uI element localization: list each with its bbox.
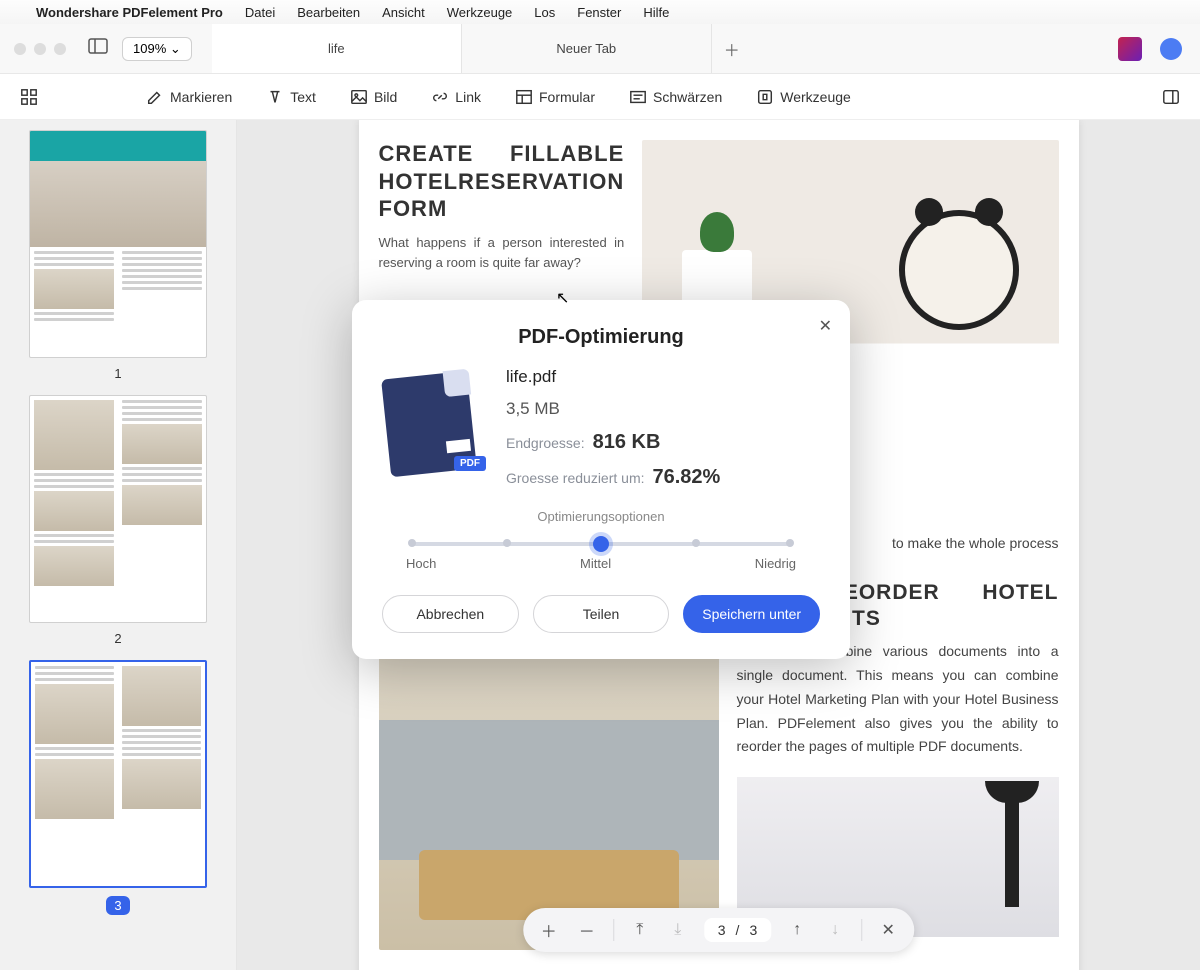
tab-new[interactable]: Neuer Tab (462, 24, 712, 73)
save-as-button[interactable]: Speichern unter (683, 595, 820, 633)
traffic-lights (0, 43, 80, 55)
page-current: 3 (718, 922, 726, 938)
page-nav-floatbar: ＋ － ⤒ ⤓ 3 / 3 ↑ ↓ ✕ (523, 908, 914, 952)
document-tabs: life Neuer Tab ＋ (212, 24, 1100, 73)
pdf-file-icon: PDF (382, 367, 482, 477)
reduced-value: 76.82% (653, 466, 721, 489)
endsize-label: Endgroesse: (506, 435, 585, 451)
menu-edit[interactable]: Bearbeiten (297, 5, 360, 20)
tool-text[interactable]: Text (266, 88, 316, 106)
app-name[interactable]: Wondershare PDFelement Pro (36, 5, 223, 20)
tool-markieren[interactable]: Markieren (146, 88, 232, 106)
close-window-button[interactable] (14, 43, 26, 55)
thumbnail-sidebar[interactable]: 1 2 3 (0, 120, 237, 970)
first-page-button[interactable]: ⤒ (628, 918, 652, 942)
sidebar-toggle-button[interactable] (88, 38, 108, 59)
home-button[interactable] (20, 88, 38, 106)
dialog-filename: life.pdf (506, 367, 820, 387)
menu-go[interactable]: Los (534, 5, 555, 20)
tool-redact-label: Schwärzen (653, 89, 722, 105)
zoom-select[interactable]: 109% ⌄ (122, 37, 192, 61)
toolbar: Markieren Text Bild Link Formular Schwär… (0, 74, 1200, 120)
page-thumb-2[interactable] (29, 395, 207, 623)
page-thumb-3-label: 3 (106, 896, 129, 915)
menu-window[interactable]: Fenster (577, 5, 621, 20)
menu-file[interactable]: Datei (245, 5, 275, 20)
page-total: 3 (749, 922, 757, 938)
page-thumb-3[interactable] (29, 660, 207, 888)
page-sep: / (736, 922, 740, 938)
tool-link-label: Link (455, 89, 481, 105)
add-tab-button[interactable]: ＋ (712, 24, 752, 73)
pdf-tag: PDF (454, 456, 486, 471)
tab-life[interactable]: life (212, 24, 462, 73)
endsize-value: 816 KB (593, 431, 661, 454)
level-mid: Mittel (580, 556, 611, 571)
page-indicator[interactable]: 3 / 3 (704, 918, 771, 942)
tool-image-label: Bild (374, 89, 397, 105)
cancel-button[interactable]: Abbrechen (382, 595, 519, 633)
next-page-button[interactable]: ↓ (823, 918, 847, 942)
window-titlebar: 109% ⌄ life Neuer Tab ＋ (0, 24, 1200, 74)
last-page-button[interactable]: ⤓ (666, 918, 690, 942)
reduced-label: Groesse reduziert um: (506, 470, 645, 486)
menu-tools[interactable]: Werkzeuge (447, 5, 513, 20)
tool-form-label: Formular (539, 89, 595, 105)
page-heading-1: CREATE FILLABLE HOTELRESERVATION FORM (379, 140, 625, 223)
app-badge-icon[interactable] (1118, 37, 1142, 61)
optimization-slider[interactable] (412, 542, 790, 546)
slider-thumb[interactable] (593, 536, 609, 552)
pdf-optimize-dialog: ✕ PDF-Optimierung PDF life.pdf 3,5 MB En… (352, 300, 850, 659)
page-thumb-1-label: 1 (114, 366, 121, 381)
close-floatbar-button[interactable]: ✕ (876, 918, 900, 942)
zoom-value: 109% (133, 41, 166, 56)
menu-view[interactable]: Ansicht (382, 5, 425, 20)
zoom-out-button[interactable]: － (575, 918, 599, 942)
chevron-down-icon: ⌄ (170, 41, 181, 56)
page-para-1: What happens if a person interested in r… (379, 233, 625, 275)
tool-image[interactable]: Bild (350, 88, 397, 106)
menu-help[interactable]: Hilfe (643, 5, 669, 20)
dialog-title: PDF-Optimierung (382, 326, 820, 349)
minimize-window-button[interactable] (34, 43, 46, 55)
tool-link[interactable]: Link (431, 88, 481, 106)
tool-tools-label: Werkzeuge (780, 89, 851, 105)
level-low: Niedrig (755, 556, 796, 571)
tool-redact[interactable]: Schwärzen (629, 88, 722, 106)
titlebar-right (1100, 37, 1200, 61)
tool-tools[interactable]: Werkzeuge (756, 88, 851, 106)
dialog-close-button[interactable]: ✕ (819, 316, 832, 336)
prev-page-button[interactable]: ↑ (785, 918, 809, 942)
user-avatar[interactable] (1160, 38, 1182, 60)
opts-label: Optimierungsoptionen (382, 509, 820, 524)
tool-text-label: Text (290, 89, 316, 105)
level-high: Hoch (406, 556, 436, 571)
page-thumb-2-label: 2 (114, 631, 121, 646)
page-thumb-1[interactable] (29, 130, 207, 358)
tool-markieren-label: Markieren (170, 89, 232, 105)
dialog-filesize: 3,5 MB (506, 399, 820, 419)
maximize-window-button[interactable] (54, 43, 66, 55)
share-button[interactable]: Teilen (533, 595, 670, 633)
macos-menubar: Wondershare PDFelement Pro Datei Bearbei… (0, 0, 1200, 24)
zoom-in-button[interactable]: ＋ (537, 918, 561, 942)
tool-form[interactable]: Formular (515, 88, 595, 106)
panel-toggle-button[interactable] (1162, 88, 1180, 106)
